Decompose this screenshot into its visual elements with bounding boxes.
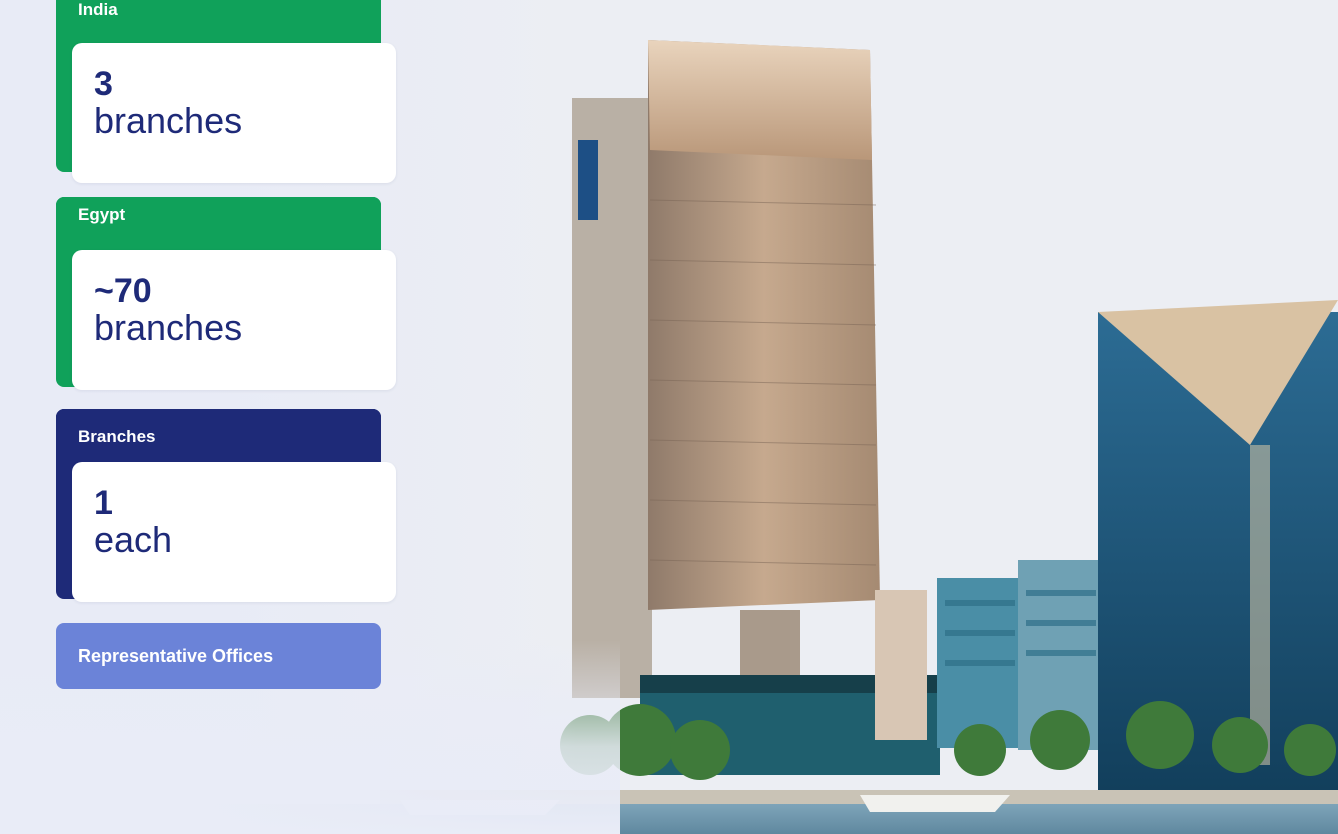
branch-unit: branches xyxy=(94,307,243,348)
representative-offices-label: Representative Offices xyxy=(78,646,274,666)
branch-count: ~70 xyxy=(94,272,152,310)
region-stat-card-branches: 1 each xyxy=(72,462,396,602)
region-tab-india: India xyxy=(56,0,381,44)
branch-unit: branches xyxy=(94,100,243,141)
region-tab-label: India xyxy=(78,0,118,19)
region-tab-egypt: Egypt xyxy=(56,197,381,249)
region-stat-card-egypt: ~70 branches xyxy=(72,250,396,390)
region-tab-branches: Branches xyxy=(56,409,381,461)
branch-count: 3 xyxy=(94,65,113,103)
region-tab-label: Branches xyxy=(78,427,156,446)
branch-count: 1 xyxy=(94,484,113,522)
region-stat-card-india: 3 branches xyxy=(72,43,396,183)
representative-offices-tab[interactable]: Representative Offices xyxy=(56,623,381,689)
region-tab-label: Egypt xyxy=(78,205,126,224)
branch-unit: each xyxy=(94,519,173,560)
